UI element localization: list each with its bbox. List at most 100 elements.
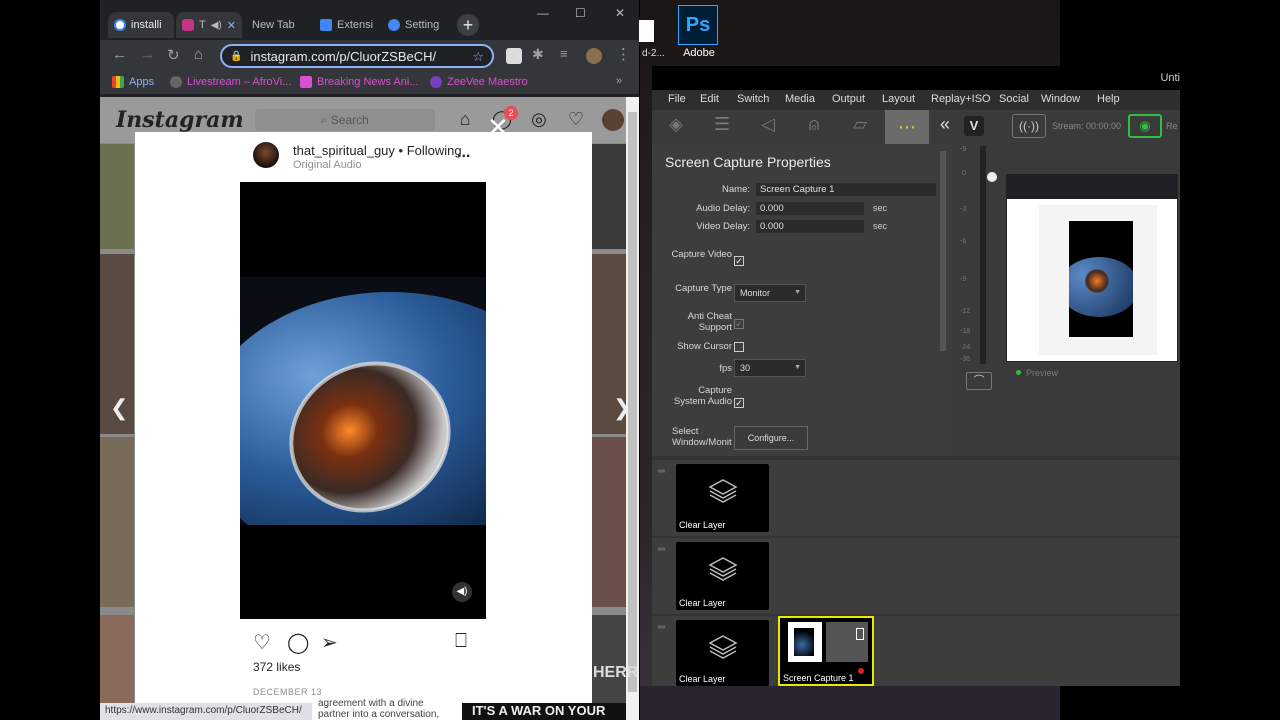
audio-toggle-button[interactable]: ◀) [452, 582, 472, 602]
capture-type-select[interactable]: Monitor ▼ [734, 284, 806, 302]
bookmark-label: ZeeVee Maestro [447, 76, 528, 88]
video-delay-field[interactable]: 0.000 [756, 220, 864, 233]
menu-window[interactable]: Window [1041, 93, 1080, 105]
following-label[interactable]: • Following [399, 143, 462, 158]
search-input[interactable]: ⌕ Search [255, 109, 435, 131]
audio-label[interactable]: Original Audio [293, 159, 362, 171]
more-options-button[interactable]: ... [457, 144, 470, 162]
menu-media[interactable]: Media [785, 93, 815, 105]
person-icon[interactable]: ⍝ [799, 114, 829, 140]
bookmark-livestream[interactable]: Livestream – AfroVi... [170, 76, 291, 88]
profile-avatar[interactable] [602, 109, 624, 131]
capture-type-label: Capture Type [675, 283, 732, 294]
general-options-icon[interactable]: ⋯ [885, 110, 929, 144]
configure-button[interactable]: Configure... [734, 426, 808, 450]
screen-capture-input-tile[interactable]: Screen Capture 1 [778, 616, 874, 686]
home-icon[interactable]: ⌂ [454, 109, 476, 131]
likes-count[interactable]: 372 likes [253, 660, 300, 674]
speaker-icon[interactable]: ◀) [211, 20, 222, 31]
audio-delay-field[interactable]: 0.000 [756, 202, 864, 215]
tab-instagram[interactable]: T ◀) ✕ [176, 12, 242, 38]
menu-file[interactable]: File [668, 93, 686, 105]
tab-label: Setting [405, 19, 440, 31]
author-username[interactable]: that_spiritual_guy [293, 143, 395, 158]
tab-extensions[interactable]: Extensi [314, 12, 378, 38]
tab-installing[interactable]: installi [108, 12, 174, 38]
bookmark-apps[interactable]: Apps [112, 76, 154, 88]
clear-layer-tile[interactable]: Clear Layer [676, 464, 769, 532]
maximize-icon[interactable]: ☐ [575, 6, 586, 20]
crop-icon[interactable]: ▱ [845, 114, 875, 140]
clear-layer-tile[interactable]: Clear Layer [676, 542, 769, 610]
menu-dots-icon[interactable]: ⋮ [616, 45, 631, 63]
close-icon[interactable]: ✕ [227, 19, 236, 32]
menu-output[interactable]: Output [832, 93, 865, 105]
clear-layer-tile[interactable]: Clear Layer [676, 620, 769, 686]
profile-avatar[interactable] [586, 48, 602, 64]
adjustments-icon[interactable]: ☰ [707, 114, 737, 140]
share-icon[interactable]: ➢ [321, 630, 338, 655]
show-cursor-checkbox[interactable] [734, 342, 744, 352]
bookmark-icon[interactable]: ⎕ [455, 630, 467, 653]
reload-icon[interactable]: ↻ [167, 46, 180, 64]
author-avatar[interactable] [253, 142, 279, 168]
back-icon[interactable]: ← [112, 46, 127, 63]
bookmark-zeevee[interactable]: ZeeVee Maestro [430, 76, 528, 88]
properties-title: Screen Capture Properties [665, 154, 831, 170]
fps-select[interactable]: 30 ▼ [734, 359, 806, 377]
stream-wifi-icon[interactable]: ((·)) [1012, 114, 1046, 138]
drag-handle-icon[interactable]: ═ [658, 622, 668, 633]
preview-monitor[interactable] [1006, 174, 1178, 362]
system-audio-checkbox[interactable]: ✓ [734, 398, 744, 408]
bookmarks-overflow-icon[interactable]: » [616, 75, 622, 87]
drag-handle-icon[interactable]: ═ [658, 544, 668, 555]
tab-new-tab[interactable]: New Tab [246, 12, 310, 38]
previous-post-arrow[interactable]: ❮ [110, 395, 128, 421]
volume-slider-handle[interactable] [987, 172, 997, 182]
bookmark-breaking-news[interactable]: Breaking News Ani... [300, 76, 419, 88]
menu-edit[interactable]: Edit [700, 93, 719, 105]
close-window-icon[interactable]: ✕ [615, 6, 625, 20]
name-field[interactable]: Screen Capture 1 [756, 183, 936, 196]
heart-icon[interactable]: ♡ [565, 109, 587, 131]
properties-tab-bar: ◈ ☰ ◁ ⍝ ▱ ⋯ « [652, 110, 952, 144]
menu-switch[interactable]: Switch [737, 93, 769, 105]
forward-icon[interactable]: → [140, 46, 155, 63]
scrollbar-thumb[interactable] [628, 112, 637, 692]
video-player[interactable]: ◀) [240, 182, 486, 619]
post-modal: that_spiritual_guy • Following Original … [135, 132, 592, 705]
video-delay-label: Video Delay: [696, 221, 750, 232]
meter-tick: -18 [960, 328, 971, 335]
vmix-logo-icon[interactable]: V [964, 116, 984, 136]
star-icon[interactable]: ☆ [472, 49, 484, 65]
new-tab-button[interactable]: + [457, 14, 479, 36]
extensions-puzzle-icon[interactable]: ✱ [532, 46, 548, 62]
drag-handle-icon[interactable]: ═ [658, 466, 668, 477]
next-post-arrow[interactable]: ❯ [613, 395, 626, 421]
headphones-icon[interactable]: ⌒ [966, 372, 992, 390]
photoshop-icon[interactable]: Ps [678, 5, 718, 45]
menu-help[interactable]: Help [1097, 93, 1120, 105]
audio-icon[interactable]: ◁ [753, 114, 783, 140]
instagram-logo[interactable]: Instagram [116, 107, 244, 133]
home-icon[interactable]: ⌂ [194, 46, 203, 63]
layers-icon[interactable]: ◈ [661, 114, 691, 140]
capture-video-checkbox[interactable]: ✓ [734, 256, 744, 266]
properties-scrollbar[interactable] [940, 151, 946, 351]
menu-social[interactable]: Social [999, 93, 1029, 105]
like-heart-icon[interactable]: ♡ [253, 630, 271, 655]
tab-settings[interactable]: Setting [382, 12, 448, 38]
address-bar[interactable]: 🔒 instagram.com/p/CluorZSBeCH/ ☆ [220, 44, 494, 68]
menu-layout[interactable]: Layout [882, 93, 915, 105]
anti-cheat-checkbox[interactable]: ✓ [734, 319, 744, 329]
explore-icon[interactable]: ◎ [528, 109, 550, 131]
google-icon [114, 19, 126, 31]
media-control-icon[interactable]: ≡ [560, 46, 576, 62]
comment-icon[interactable]: ◯ [287, 630, 309, 655]
close-modal-icon[interactable]: ✕ [487, 112, 509, 143]
menu-replay-iso[interactable]: Replay+ISO [931, 93, 991, 105]
facebook-extension-icon[interactable] [506, 48, 522, 64]
minimize-icon[interactable]: — [537, 6, 549, 20]
grid-thumbnail [592, 437, 626, 607]
record-button[interactable]: ◉ [1128, 114, 1162, 138]
